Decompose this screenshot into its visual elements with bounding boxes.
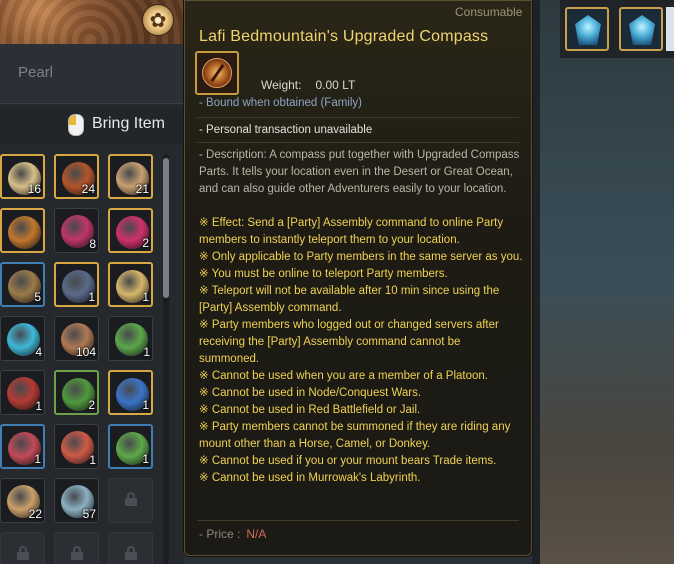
effect-line: ※ Effect: Send a [Party] Assembly comman… bbox=[199, 217, 504, 246]
lock-icon bbox=[17, 546, 29, 560]
effect-line: ※ Cannot be used if you or your mount be… bbox=[199, 455, 497, 467]
world-view bbox=[532, 0, 674, 564]
item-quantity: 8 bbox=[89, 237, 96, 251]
effect-line: ※ Only applicable to Party members in th… bbox=[199, 251, 523, 263]
effect-line: ※ Teleport will not be available after 1… bbox=[199, 285, 500, 314]
inventory-slot[interactable]: 2 bbox=[54, 370, 99, 415]
item-effects: ※ Effect: Send a [Party] Assembly comman… bbox=[199, 215, 523, 487]
item-quantity: 1 bbox=[142, 452, 149, 466]
inventory-slot[interactable]: 16 bbox=[0, 154, 45, 199]
item-description: - Description: A compass put together wi… bbox=[199, 149, 520, 195]
inventory-slot[interactable]: 1 bbox=[108, 424, 153, 469]
quick-slot-2[interactable] bbox=[619, 7, 663, 51]
locked-slot[interactable] bbox=[0, 532, 45, 564]
scrollbar-thumb[interactable] bbox=[163, 158, 169, 298]
inventory-slot[interactable]: 8 bbox=[54, 208, 99, 253]
effect-line: ※ Party members cannot be summoned if th… bbox=[199, 421, 511, 450]
price-value: N/A bbox=[246, 527, 267, 541]
weight-value: 0.00 LT bbox=[315, 78, 356, 92]
quick-slot-1[interactable] bbox=[565, 7, 609, 51]
quick-slot-edge bbox=[666, 7, 674, 51]
inventory-slot[interactable]: 4 bbox=[0, 316, 45, 361]
item-type: Consumable bbox=[455, 5, 523, 19]
item-quantity: 2 bbox=[142, 236, 149, 250]
effect-line: ※ Cannot be used in Node/Conquest Wars. bbox=[199, 387, 422, 399]
lock-icon bbox=[71, 546, 83, 560]
price-label: - Price : bbox=[199, 527, 241, 541]
inventory-slot[interactable]: 22 bbox=[0, 478, 45, 523]
inventory-panel: ✿ Pearl Bring Item 16 24 21 8 2 5 1 1 4 104 1 1 2 1 1 1… bbox=[0, 0, 184, 564]
blue-gem-icon bbox=[575, 15, 601, 45]
item-quantity: 1 bbox=[142, 290, 149, 304]
bring-item-button[interactable]: Bring Item bbox=[92, 115, 165, 133]
inventory-slot[interactable]: 1 bbox=[0, 370, 45, 415]
item-weight: Weight: 0.00 LT bbox=[261, 78, 355, 92]
flower-badge-icon[interactable]: ✿ bbox=[142, 4, 174, 36]
weight-label: Weight: bbox=[261, 78, 302, 92]
inventory-slot[interactable]: 1 bbox=[54, 262, 99, 307]
item-quantity: 24 bbox=[81, 182, 95, 196]
separator bbox=[197, 520, 519, 521]
inventory-slot[interactable]: 1 bbox=[108, 316, 153, 361]
blue-gem-icon bbox=[629, 15, 655, 45]
inventory-slot[interactable]: 57 bbox=[54, 478, 99, 523]
inventory-slot[interactable]: 5 bbox=[0, 262, 45, 307]
lock-icon bbox=[125, 492, 137, 506]
locked-slot[interactable] bbox=[108, 532, 153, 564]
effect-line: ※ Party members who logged out or change… bbox=[199, 319, 499, 365]
item-tooltip: Consumable Lafi Bedmountain's Upgraded C… bbox=[184, 0, 532, 556]
item-quantity: 1 bbox=[143, 345, 150, 359]
item-quantity: 4 bbox=[35, 345, 42, 359]
effect-line: ※ Cannot be used in Murrowak's Labyrinth… bbox=[199, 472, 421, 484]
effect-line: ※ You must be online to teleport Party m… bbox=[199, 268, 448, 280]
item-title: Lafi Bedmountain's Upgraded Compass bbox=[199, 28, 489, 45]
inventory-slot[interactable]: 104 bbox=[54, 316, 99, 361]
item-quantity: 22 bbox=[28, 507, 42, 521]
inventory-slot[interactable]: 1 bbox=[108, 262, 153, 307]
item-quantity: 104 bbox=[75, 345, 96, 359]
inventory-slot[interactable] bbox=[0, 208, 45, 253]
lock-icon bbox=[125, 546, 137, 560]
inventory-slot[interactable]: 2 bbox=[108, 208, 153, 253]
transaction-info: - Personal transaction unavailable bbox=[199, 124, 373, 136]
item-quantity: 1 bbox=[88, 290, 95, 304]
divider bbox=[532, 0, 540, 564]
inventory-header: ✿ bbox=[0, 0, 184, 44]
item-quantity: 16 bbox=[27, 182, 41, 196]
item-quantity: 1 bbox=[142, 398, 149, 412]
locked-slot[interactable] bbox=[108, 478, 153, 523]
compass-icon bbox=[8, 216, 41, 249]
mouse-icon bbox=[68, 114, 84, 136]
item-quantity: 2 bbox=[88, 398, 95, 412]
inventory-slot[interactable]: 1 bbox=[54, 424, 99, 469]
pearl-label: Pearl bbox=[18, 64, 54, 81]
separator bbox=[197, 117, 519, 118]
separator bbox=[197, 142, 519, 143]
compass-icon bbox=[202, 58, 232, 88]
inventory-slot[interactable]: 24 bbox=[54, 154, 99, 199]
item-price: - Price : N/A bbox=[199, 527, 266, 541]
item-quantity: 1 bbox=[89, 453, 96, 467]
bound-info: - Bound when obtained (Family) bbox=[199, 97, 362, 109]
item-icon-frame bbox=[195, 51, 239, 95]
quick-slot-bar bbox=[560, 0, 674, 58]
item-quantity: 1 bbox=[35, 399, 42, 413]
item-quantity: 57 bbox=[82, 507, 96, 521]
item-quantity: 21 bbox=[135, 182, 149, 196]
inventory-slot[interactable]: 21 bbox=[108, 154, 153, 199]
item-quantity: 5 bbox=[34, 290, 41, 304]
inventory-slot[interactable]: 1 bbox=[108, 370, 153, 415]
item-quantity: 1 bbox=[34, 452, 41, 466]
locked-slot[interactable] bbox=[54, 532, 99, 564]
inventory-slot[interactable]: 1 bbox=[0, 424, 45, 469]
effect-line: ※ Cannot be used when you are a member o… bbox=[199, 370, 489, 382]
effect-line: ※ Cannot be used in Red Battlefield or J… bbox=[199, 404, 421, 416]
